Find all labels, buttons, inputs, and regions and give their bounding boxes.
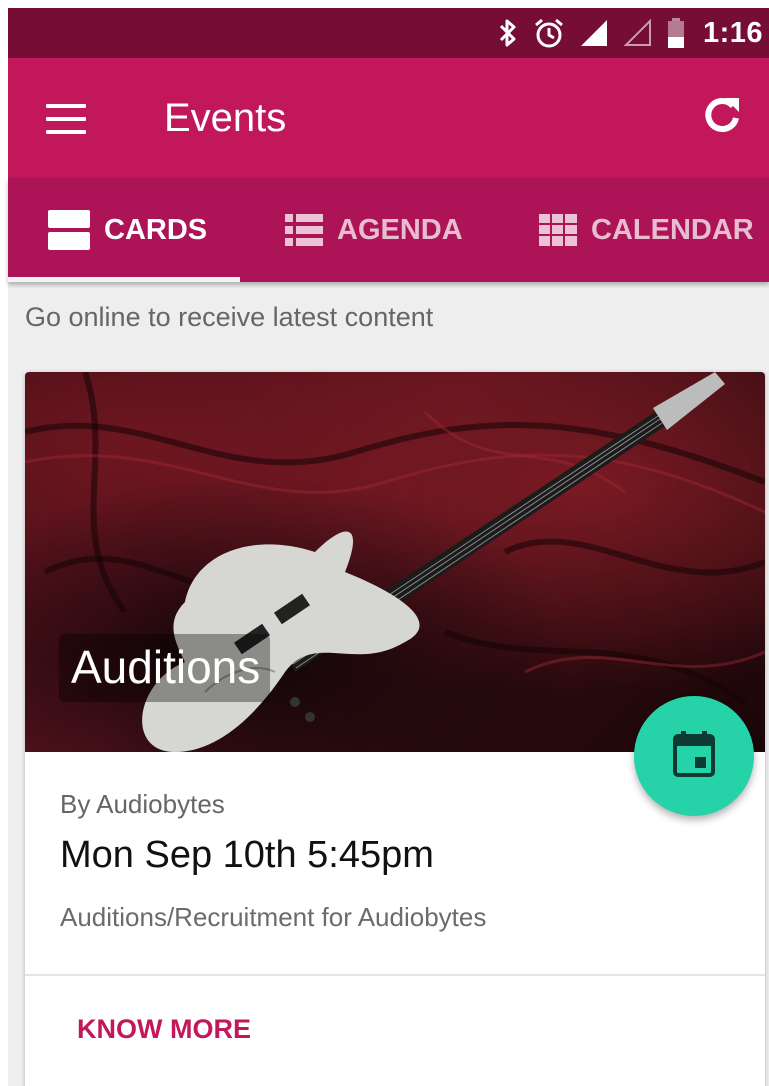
- alarm-icon: [533, 8, 565, 58]
- tab-label: CARDS: [104, 213, 208, 246]
- tab-label: AGENDA: [337, 213, 463, 246]
- hamburger-menu-icon[interactable]: [46, 104, 88, 134]
- tab-cards[interactable]: CARDS: [48, 178, 207, 282]
- event-card[interactable]: Auditions By Audiobytes Mon Sep 10th 5:4…: [25, 372, 765, 1086]
- calendar-event-icon: [673, 730, 715, 782]
- signal-empty-icon: [623, 8, 653, 58]
- refresh-icon[interactable]: [698, 92, 746, 140]
- event-description: Auditions/Recruitment for Audiobytes: [60, 902, 487, 932]
- card-divider: [25, 974, 765, 976]
- content-area[interactable]: Go online to receive latest content Audi…: [8, 282, 769, 1086]
- cards-view-icon: [48, 210, 90, 250]
- bluetooth-icon: [497, 8, 519, 58]
- tab-label: CALENDAR: [591, 213, 754, 246]
- selected-tab-indicator: [8, 277, 240, 282]
- grid-view-icon: [539, 214, 577, 246]
- know-more-button[interactable]: KNOW MORE: [77, 1014, 251, 1045]
- offline-message: Go online to receive latest content: [25, 302, 434, 332]
- add-to-calendar-button[interactable]: [634, 696, 754, 816]
- signal-full-icon: [579, 8, 609, 58]
- tab-calendar[interactable]: CALENDAR: [539, 178, 754, 282]
- tab-agenda[interactable]: AGENDA: [285, 178, 463, 282]
- status-bar: 1:16: [8, 8, 769, 58]
- event-date-time: Mon Sep 10th 5:45pm: [60, 834, 434, 876]
- battery-icon: [667, 8, 685, 58]
- event-organizer: By Audiobytes: [60, 789, 225, 819]
- list-view-icon: [285, 214, 323, 246]
- status-time: 1:16: [702, 16, 763, 49]
- page-title: Events: [164, 96, 287, 140]
- app-bar: Events: [8, 58, 769, 178]
- event-image: Auditions: [25, 372, 765, 752]
- event-image-title: Auditions: [59, 634, 271, 702]
- tab-bar: CARDS AGENDA CALENDAR: [8, 178, 769, 282]
